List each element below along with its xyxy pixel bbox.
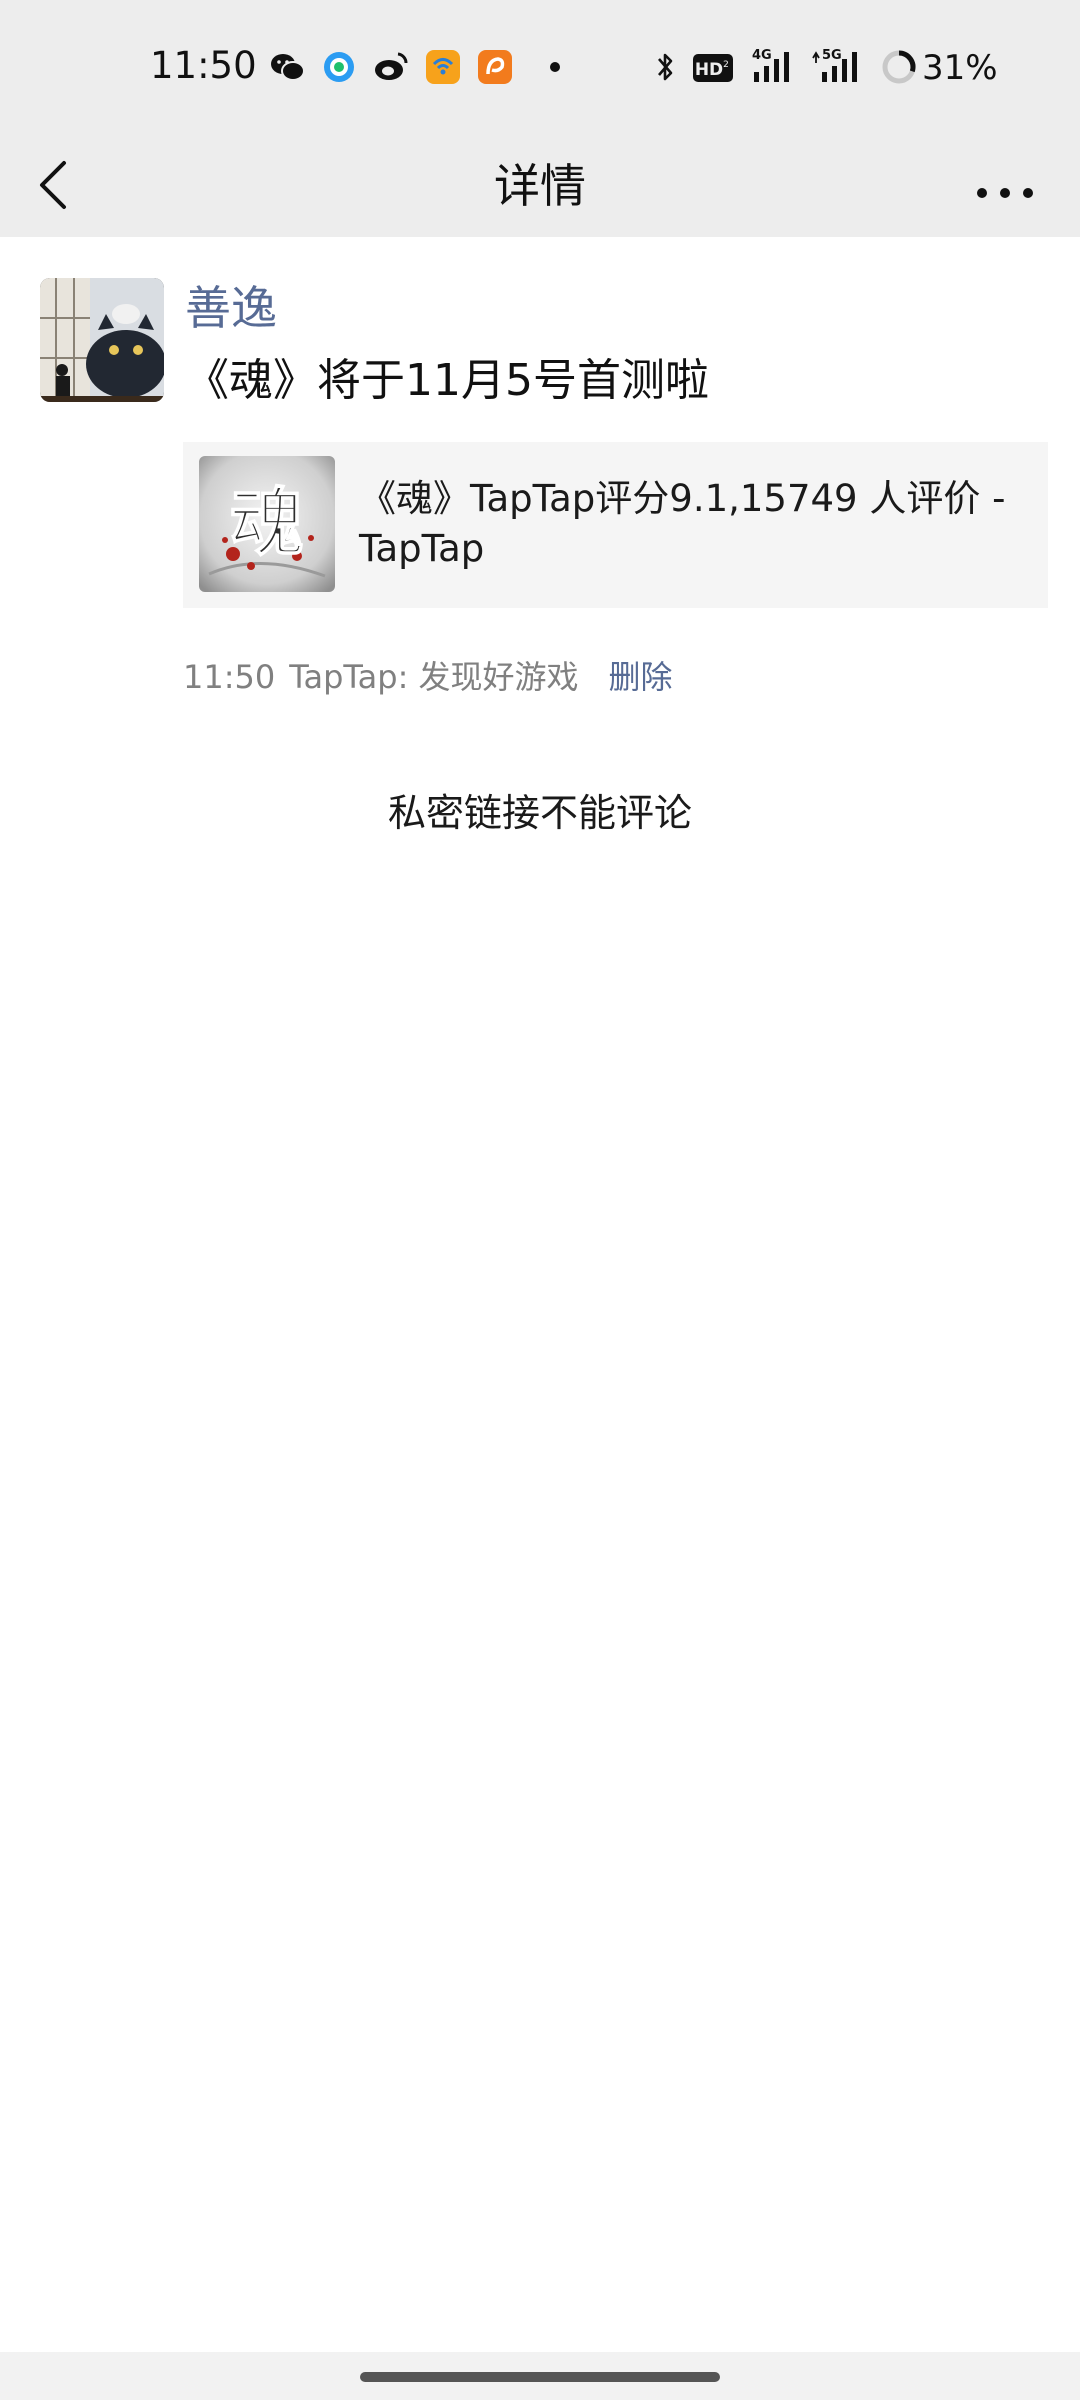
weibo-icon <box>375 52 408 80</box>
bluetooth-icon <box>658 53 673 81</box>
svg-text:HD: HD <box>695 60 723 80</box>
signal-4g-icon: 4G <box>752 48 789 82</box>
link-card-title: 《魂》TapTap评分9.1,15749 人评价 - TapTap <box>359 477 1006 570</box>
svg-text:2: 2 <box>723 60 729 70</box>
page-title: 详情 <box>494 159 586 213</box>
more-dots-icon <box>977 188 1033 198</box>
svg-text:5G: 5G <box>822 48 842 63</box>
delete-button[interactable]: 删除 <box>609 655 673 699</box>
avatar-image <box>40 278 164 402</box>
signal-5g-icon: 5G <box>812 48 857 82</box>
post-source[interactable]: TapTap: 发现好游戏 <box>289 655 578 699</box>
home-indicator[interactable] <box>360 2372 720 2382</box>
uc-browser-icon <box>478 50 512 84</box>
post-time: 11:50 <box>183 658 276 696</box>
chevron-left-icon <box>40 161 66 209</box>
link-card-thumbnail: 魂 <box>199 456 335 592</box>
battery-percent: 31% <box>922 48 998 88</box>
svg-text:魂: 魂 <box>230 480 304 566</box>
title-bar: 详情 <box>0 135 1080 237</box>
status-bar: 11:50 HD 2 4G 5G 31% <box>0 0 1080 135</box>
status-time: 11:50 <box>150 44 257 87</box>
battery-ring-icon <box>882 50 916 84</box>
link-card[interactable]: 魂 《魂》TapTap评分9.1,15749 人评价 - TapTap <box>183 442 1048 608</box>
qq-browser-icon <box>324 52 354 82</box>
more-button[interactable] <box>970 157 1040 217</box>
wechat-icon <box>271 54 305 81</box>
svg-text:4G: 4G <box>752 48 772 63</box>
wifi-app-icon <box>426 50 460 84</box>
private-link-note: 私密链接不能评论 <box>387 791 692 835</box>
avatar[interactable] <box>40 278 164 402</box>
post-meta: 11:50 TapTap: 发现好游戏 删除 <box>183 655 673 699</box>
game-logo-icon: 魂 <box>199 456 335 592</box>
post-text: 《魂》将于11月5号首测啦 <box>185 355 709 406</box>
author-name[interactable]: 善逸 <box>185 278 277 338</box>
gesture-bar <box>0 2352 1080 2400</box>
hd-icon: HD 2 <box>693 54 733 82</box>
notification-dot <box>550 62 560 72</box>
back-button[interactable] <box>30 149 90 219</box>
